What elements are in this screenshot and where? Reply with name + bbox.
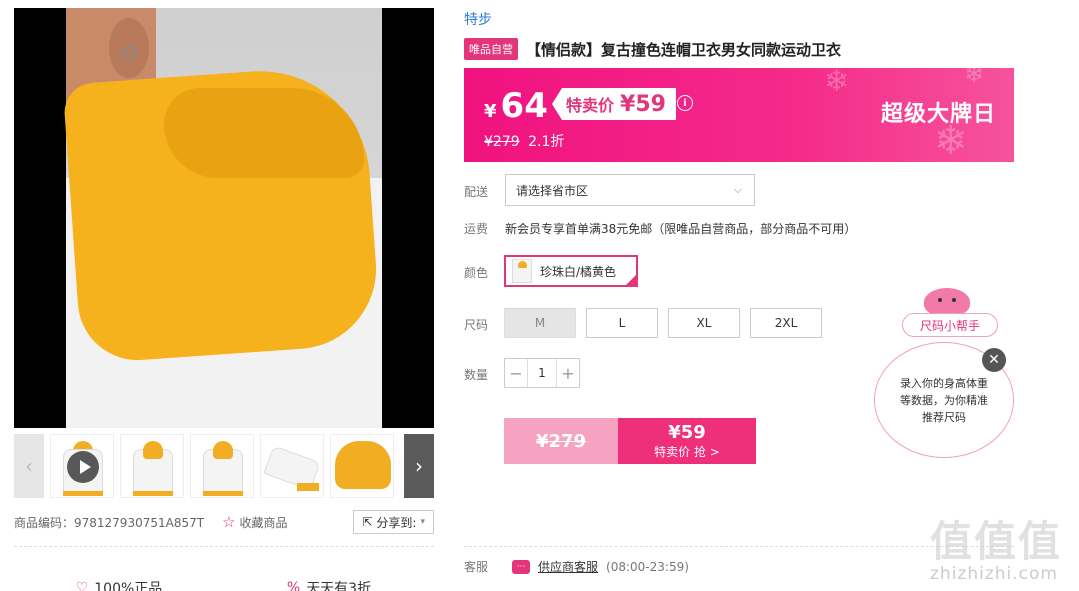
discount-rate: 2.1折 (528, 134, 565, 150)
special-price-value: ¥59 (620, 91, 666, 117)
buy-original-price: ¥279 (504, 418, 618, 464)
thumb-hood-closeup (335, 441, 391, 489)
color-option-selected[interactable]: 珍珠白/橘黄色 (504, 255, 638, 287)
chevron-down-icon: ⌵ (733, 183, 742, 196)
thumb-hem (203, 491, 243, 496)
checkmark-icon (625, 274, 637, 286)
play-icon[interactable] (67, 451, 99, 483)
quantity-minus-button[interactable]: − (505, 359, 527, 387)
sku-code: 商品编码：978127930751A857T (14, 515, 205, 530)
thumb-2[interactable] (120, 434, 184, 498)
buy-label: 特卖价 抢 > (654, 445, 720, 459)
size-label: 尺码 (464, 318, 489, 332)
size-option-2xl[interactable]: 2XL (750, 308, 822, 338)
color-label: 颜色 (464, 266, 489, 280)
price-banner: ❄ ❄ ❄ ¥ 64 特卖价 ¥59 i ¥279 2.1折 超级大牌日 (464, 68, 1014, 162)
size-helper-text: 录入你的身高体重等数据，为你精准推荐尺码 (900, 376, 988, 424)
thumb-video[interactable] (50, 434, 114, 498)
thumbnail-strip: ‹ › (14, 434, 434, 498)
color-swatch-image (512, 259, 532, 283)
shipping-text: 新会员专享首单满38元免邮（限唯品自营商品，部分商品不可用） (505, 222, 857, 236)
size-helper: 尺码小帮手 录入你的身高体重等数据，为你精准推荐尺码 ✕ (872, 282, 1022, 462)
currency-symbol: ¥ (484, 101, 497, 122)
caret-down-icon: ▾ (420, 517, 425, 527)
guarantee-label: 100%正品 (94, 581, 163, 591)
chevron-right-icon: › (415, 454, 423, 478)
chevron-left-icon: ‹ (25, 454, 33, 478)
current-price: ¥ 64 (484, 86, 548, 126)
service-row: 客服 ··· 供应商客服 (08:00-23:59) (464, 558, 689, 575)
thumb-5[interactable] (330, 434, 394, 498)
info-icon[interactable]: i (677, 95, 693, 111)
supplier-service-link[interactable]: 供应商客服 (538, 558, 598, 575)
close-icon[interactable]: ✕ (982, 348, 1006, 372)
price-sub: ¥279 2.1折 (484, 131, 564, 151)
thumb-next-button[interactable]: › (404, 434, 434, 498)
photo-earring (122, 46, 136, 60)
mascot-icon (924, 282, 970, 316)
quantity-label: 数量 (464, 368, 489, 382)
thumb-hood (143, 441, 163, 459)
brand-link[interactable]: 特步 (464, 9, 492, 29)
size-option-l[interactable]: L (586, 308, 658, 338)
price-value: 64 (500, 86, 548, 126)
shipping-label: 运费 (464, 222, 489, 236)
region-select-value: 请选择省市区 (516, 183, 589, 198)
mascot-eye (938, 298, 942, 302)
thumb-hem (133, 491, 173, 496)
special-price-chip: 特卖价 ¥59 (552, 88, 676, 120)
title-row: 唯品自营 【情侣款】复古撞色连帽卫衣男女同款运动卫衣 (464, 38, 841, 60)
share-icon: ⇱ (362, 515, 373, 529)
quantity-input[interactable]: 1 (527, 359, 557, 387)
shield-icon: ♡ (75, 580, 89, 591)
favorite-button[interactable]: ☆ 收藏商品 (222, 513, 287, 531)
meta-row: 商品编码：978127930751A857T ☆ 收藏商品 ⇱ 分享到: ▾ (14, 510, 434, 534)
quantity-stepper: − 1 + (504, 358, 580, 388)
watermark-logo: 值值值 (930, 517, 1063, 566)
chat-icon: ··· (512, 559, 531, 574)
size-option-xl[interactable]: XL (668, 308, 740, 338)
guarantee-discount: % 天天有3折 (224, 578, 434, 591)
favorite-label: 收藏商品 (239, 515, 288, 530)
guarantees: ♡ 100%正品 % 天天有3折 (14, 578, 434, 591)
share-label: 分享到: (376, 515, 417, 530)
service-label: 客服 (464, 560, 489, 574)
thumb-cuff (297, 483, 319, 491)
percent-icon: % (286, 580, 301, 591)
thumb-hood (213, 441, 233, 459)
event-title: 超级大牌日 (880, 102, 996, 127)
mascot-body (924, 288, 970, 316)
size-helper-button[interactable]: 尺码小帮手 (902, 313, 998, 337)
service-hours: (08:00-23:59) (606, 559, 689, 574)
buy-button-group: ¥279 ¥59 特卖价 抢 > (504, 418, 756, 464)
buy-price: ¥59 (668, 422, 706, 443)
buy-now-button[interactable]: ¥59 特卖价 抢 > (618, 418, 756, 464)
thumb-prev-button[interactable]: ‹ (14, 434, 44, 498)
star-icon: ☆ (222, 513, 236, 531)
region-select[interactable]: 请选择省市区 ⌵ (505, 174, 755, 206)
guarantee-label: 天天有3折 (306, 581, 372, 591)
share-button[interactable]: ⇱ 分享到: ▾ (353, 510, 434, 534)
self-operated-badge: 唯品自营 (464, 38, 518, 60)
watermark-url: zhizhizhi.com (930, 564, 1058, 584)
delivery-label: 配送 (464, 185, 489, 199)
main-product-photo[interactable] (14, 8, 434, 428)
quantity-plus-button[interactable]: + (557, 359, 579, 387)
color-option-label: 珍珠白/橘黄色 (540, 264, 617, 279)
original-price: ¥279 (484, 134, 520, 150)
snowflake-icon: ❄ (824, 68, 850, 99)
divider (14, 546, 434, 547)
thumb-hem (63, 491, 103, 496)
photo-hood-shade (164, 88, 364, 178)
special-price-label: 特卖价 (566, 96, 615, 115)
size-option-m[interactable]: M (504, 308, 576, 338)
mascot-eye (952, 298, 956, 302)
thumb-3[interactable] (190, 434, 254, 498)
product-title: 【情侣款】复古撞色连帽卫衣男女同款运动卫衣 (526, 40, 842, 59)
guarantee-genuine: ♡ 100%正品 (14, 578, 224, 591)
thumb-4[interactable] (260, 434, 324, 498)
snowflake-icon: ❄ (964, 68, 985, 88)
